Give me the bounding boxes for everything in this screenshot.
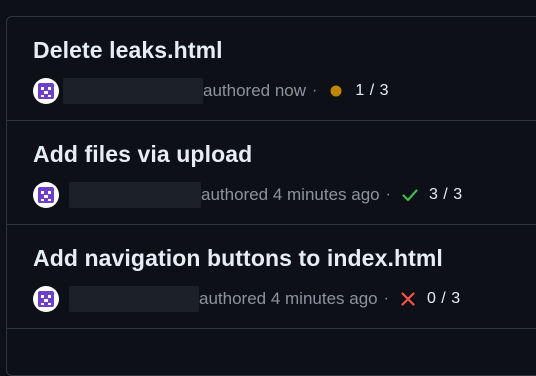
authored-time: authored 4 minutes ago bbox=[201, 185, 380, 204]
commit-row: Add files via upload authored 4 minutes … bbox=[7, 121, 536, 225]
commit-title[interactable]: Add files via upload bbox=[33, 141, 252, 168]
identicon-icon bbox=[38, 291, 54, 307]
author-name-redacted bbox=[63, 78, 203, 104]
commit-row: Delete leaks.html authored now · 1 / 3 bbox=[7, 17, 536, 121]
commit-title[interactable]: Delete leaks.html bbox=[33, 37, 223, 64]
avatar[interactable] bbox=[33, 286, 59, 312]
x-icon[interactable] bbox=[399, 290, 417, 308]
authored-time: authored 4 minutes ago bbox=[199, 289, 378, 308]
commit-row: Add navigation buttons to index.html aut… bbox=[7, 225, 536, 329]
commit-meta: authored now · 1 / 3 bbox=[33, 77, 389, 105]
separator: · bbox=[383, 290, 389, 307]
identicon-icon bbox=[38, 187, 54, 203]
author-name-redacted bbox=[69, 182, 201, 208]
checks-count[interactable]: 1 / 3 bbox=[355, 82, 389, 100]
avatar[interactable] bbox=[33, 78, 59, 104]
check-icon[interactable] bbox=[401, 186, 419, 204]
separator: · bbox=[312, 82, 318, 99]
identicon-icon bbox=[38, 83, 54, 99]
checks-count[interactable]: 3 / 3 bbox=[429, 186, 463, 204]
commit-list: Delete leaks.html authored now · 1 / 3 A… bbox=[6, 16, 536, 376]
avatar[interactable] bbox=[33, 182, 59, 208]
author-name-redacted bbox=[69, 286, 199, 312]
pending-dot-icon[interactable] bbox=[327, 82, 345, 100]
authored-time: authored now bbox=[203, 81, 307, 100]
checks-count[interactable]: 0 / 3 bbox=[427, 290, 461, 308]
commit-title[interactable]: Add navigation buttons to index.html bbox=[33, 245, 443, 272]
commit-meta: authored 4 minutes ago · 3 / 3 bbox=[33, 181, 463, 209]
commit-meta: authored 4 minutes ago · 0 / 3 bbox=[33, 285, 461, 313]
separator: · bbox=[385, 186, 391, 203]
